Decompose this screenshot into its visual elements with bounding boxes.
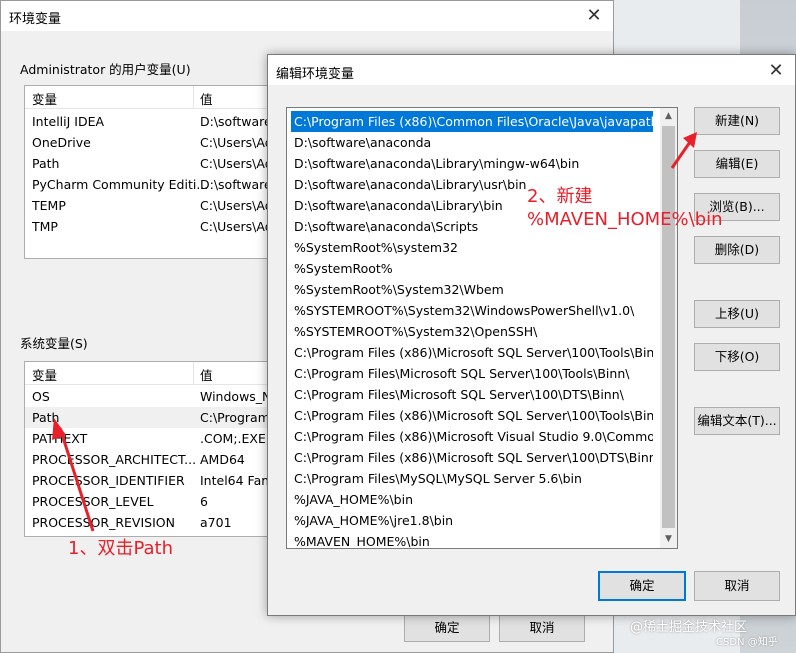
path-list-scrollbar[interactable]: ▲ ▼ [660,108,677,548]
dialog-close-icon[interactable]: ✕ [763,59,789,83]
env-window-titlebar: 环境变量 ✕ [1,1,613,31]
step2-annotation-line2: %MAVEN_HOME%\bin [527,209,723,230]
path-entry[interactable]: %MAVEN_HOME%\bin [291,531,653,548]
system-var-value: 6 [200,494,208,509]
path-entry[interactable]: C:\Program Files (x86)\Microsoft SQL Ser… [291,405,653,426]
path-entry[interactable]: D:\software\anaconda [291,132,653,153]
user-vars-group-label: Administrator 的用户变量(U) [20,62,191,77]
system-var-name: PROCESSOR_REVISION [32,515,175,530]
user-var-name: Path [32,156,60,171]
system-var-row[interactable]: PROCESSOR_LEVEL 6 [25,491,283,512]
user-var-name: TMP [32,219,58,234]
scroll-up-arrow-icon[interactable]: ▲ [660,108,677,125]
user-var-row[interactable]: TEMP C:\Users\Ad [25,195,283,216]
path-entry[interactable]: %JAVA_HOME%\bin [291,489,653,510]
user-var-name: IntelliJ IDEA [32,114,105,129]
dialog-title: 编辑环境变量 [276,67,355,82]
env-window-title: 环境变量 [9,12,62,27]
step1-annotation: 1、双击Path [68,538,173,559]
user-var-row[interactable]: TMP C:\Users\Ad [25,216,283,237]
path-entry[interactable]: C:\Program Files\MySQL\MySQL Server 5.6\… [291,468,653,489]
dialog-ok-button[interactable]: 确定 [598,571,686,601]
system-var-value: .COM;.EXE;. [200,431,275,446]
user-vars-header: 变量 值 [25,86,283,109]
system-vars-header: 变量 值 [25,362,283,385]
env-ok-button[interactable]: 确定 [404,614,490,642]
user-var-value: D:\software\ [200,114,276,129]
move-down-button[interactable]: 下移(O) [694,343,780,371]
path-entry[interactable]: %SYSTEMROOT%\System32\OpenSSH\ [291,321,653,342]
path-list[interactable]: C:\Program Files (x86)\Common Files\Orac… [286,107,678,549]
path-entry[interactable]: D:\software\anaconda\Library\mingw-w64\b… [291,153,653,174]
system-var-name: PROCESSOR_LEVEL [32,494,154,509]
edit-env-var-dialog: 编辑环境变量 ✕ C:\Program Files (x86)\Common F… [267,54,796,616]
move-up-button[interactable]: 上移(U) [694,300,780,328]
system-var-name: Path [32,410,60,425]
user-var-name: TEMP [32,198,66,213]
user-vars-list[interactable]: 变量 值 IntelliJ IDEA D:\software\ OneDrive… [24,85,284,259]
user-var-value: C:\Users\Ad [200,198,273,213]
system-var-value: Intel64 Fami [200,473,277,488]
path-entry[interactable]: %SystemRoot%\System32\Wbem [291,279,653,300]
system-var-value: a701 [200,515,232,530]
user-var-row[interactable]: IntelliJ IDEA D:\software\ [25,111,283,132]
system-var-row-path[interactable]: Path C:\Program [25,407,283,428]
user-var-name: PyCharm Community Editi... [32,177,209,192]
path-entry[interactable]: C:\Program Files\Microsoft SQL Server\10… [291,363,653,384]
system-var-row[interactable]: PROCESSOR_REVISION a701 [25,512,283,533]
user-var-value: C:\Users\Ad [200,135,273,150]
scroll-thumb[interactable] [662,126,675,528]
user-var-value: C:\Users\Ad [200,156,273,171]
system-var-value: AMD64 [200,452,245,467]
env-cancel-button[interactable]: 取消 [499,614,585,642]
user-var-row[interactable]: Path C:\Users\Ad [25,153,283,174]
path-entry[interactable]: C:\Program Files (x86)\Common Files\Orac… [291,111,653,132]
delete-button[interactable]: 删除(D) [694,236,780,264]
system-var-row[interactable]: PATHEXT .COM;.EXE;. [25,428,283,449]
step2-annotation-line1: 2、新建 [527,186,593,207]
new-button[interactable]: 新建(N) [694,107,780,135]
path-entry[interactable]: C:\Program Files (x86)\Microsoft SQL Ser… [291,447,653,468]
system-var-row[interactable]: PROCESSOR_ARCHITECT... AMD64 [25,449,283,470]
path-entry[interactable]: D:\software\anaconda\Library\usr\bin [291,174,653,195]
user-var-value: D:\software\ [200,177,276,192]
watermark-csdn: CSDN @知乎 [716,637,778,648]
system-var-row[interactable]: OS Windows_N [25,386,283,407]
env-window-close-icon[interactable]: ✕ [581,4,607,28]
path-entry[interactable]: %SystemRoot%\system32 [291,237,653,258]
system-var-name: PROCESSOR_IDENTIFIER [32,473,185,488]
system-vars-list[interactable]: 变量 值 OS Windows_N Path C:\Program PATHEX… [24,361,284,537]
system-var-name: OS [32,389,50,404]
system-col-separator [193,362,194,384]
path-entry[interactable]: C:\Program Files\Microsoft SQL Server\10… [291,384,653,405]
path-entry[interactable]: C:\Program Files (x86)\Microsoft SQL Ser… [291,342,653,363]
system-col-variable[interactable]: 变量 [32,365,57,384]
system-var-name: PROCESSOR_ARCHITECT... [32,452,197,467]
user-var-row[interactable]: PyCharm Community Editi... D:\software\ [25,174,283,195]
edit-text-button[interactable]: 编辑文本(T)... [694,407,780,435]
edit-button[interactable]: 编辑(E) [694,150,780,178]
path-entry[interactable]: %SystemRoot% [291,258,653,279]
system-col-value[interactable]: 值 [200,365,213,384]
user-col-value[interactable]: 值 [200,89,213,108]
user-col-variable[interactable]: 变量 [32,89,57,108]
user-var-name: OneDrive [32,135,91,150]
dialog-titlebar: 编辑环境变量 ✕ [268,55,795,85]
dialog-cancel-button[interactable]: 取消 [694,571,780,601]
path-entry[interactable]: %JAVA_HOME%\jre1.8\bin [291,510,653,531]
user-col-separator [193,86,194,108]
scroll-down-arrow-icon[interactable]: ▼ [660,531,677,548]
system-var-value: C:\Program [200,410,270,425]
system-var-row[interactable]: PROCESSOR_IDENTIFIER Intel64 Fami [25,470,283,491]
system-var-value: Windows_N [200,389,272,404]
user-var-value: C:\Users\Ad [200,219,273,234]
path-entry[interactable]: C:\Program Files (x86)\Microsoft Visual … [291,426,653,447]
path-entry[interactable]: %SYSTEMROOT%\System32\WindowsPowerShell\… [291,300,653,321]
user-var-row[interactable]: OneDrive C:\Users\Ad [25,132,283,153]
system-vars-group-label: 系统变量(S) [20,336,88,351]
system-var-name: PATHEXT [32,431,88,446]
